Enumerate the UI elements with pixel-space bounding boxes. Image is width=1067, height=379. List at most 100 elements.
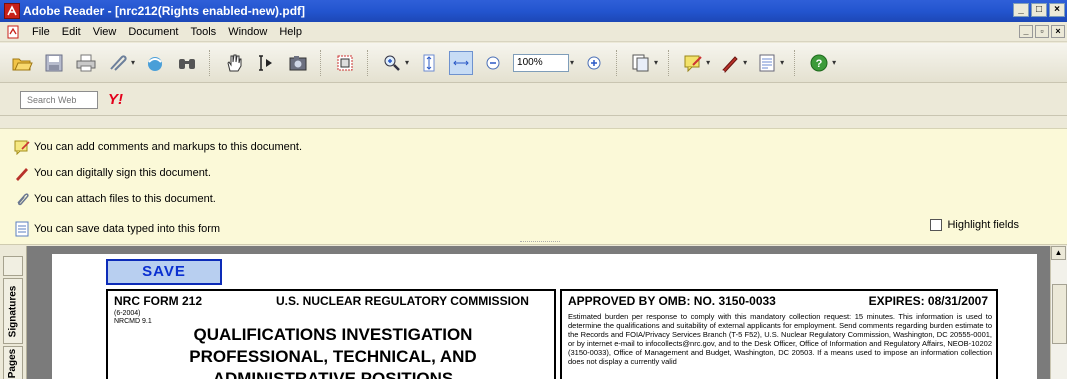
toolbar-separator <box>668 49 671 76</box>
pdf-document-icon <box>7 25 19 38</box>
highlight-fields-toggle[interactable]: Highlight fields <box>930 219 1019 231</box>
message-text: You can digitally sign this document. <box>34 167 211 179</box>
menu-tools[interactable]: Tools <box>185 26 223 38</box>
email-icon[interactable] <box>106 51 130 75</box>
select-text-icon[interactable] <box>254 51 278 75</box>
zoom-dropdown-icon[interactable]: ▾ <box>405 58 409 67</box>
menu-edit[interactable]: Edit <box>56 26 87 38</box>
menu-help[interactable]: Help <box>273 26 308 38</box>
highlight-fields-label: Highlight fields <box>947 219 1019 231</box>
toolbar-separator <box>367 49 370 76</box>
svg-text:?: ? <box>816 58 823 70</box>
toolbar: ▾ ▾ 100% ▾ ▾ ▾ ▾ ▾ ? ▾ <box>0 43 1067 83</box>
message-comments: You can add comments and markups to this… <box>14 137 302 157</box>
zoom-in-plus-icon[interactable] <box>582 51 606 75</box>
form-header-left: NRC FORM 212 U.S. NUCLEAR REGULATORY COM… <box>106 289 556 379</box>
agency-name: U.S. NUCLEAR REGULATORY COMMISSION <box>276 294 529 308</box>
zoom-level-field[interactable]: 100% <box>513 53 570 72</box>
form-nrcmd: NRCMD 9.1 <box>114 318 152 325</box>
form-title-line: ADMINISTRATIVE POSITIONS <box>212 369 454 379</box>
form-number: NRC FORM 212 <box>114 294 203 308</box>
form-data-icon <box>14 221 30 237</box>
pen-icon <box>14 165 30 181</box>
comment-icon[interactable] <box>681 51 705 75</box>
tab-pages[interactable]: Pages <box>3 346 23 379</box>
expiration-date: EXPIRES: 08/31/2007 <box>868 294 988 308</box>
close-button[interactable]: × <box>1049 3 1065 17</box>
form-title: QUALIFICATIONS INVESTIGATION PROFESSIONA… <box>168 324 498 379</box>
doc-minimize-button[interactable]: _ <box>1019 25 1033 38</box>
save-icon[interactable] <box>42 51 66 75</box>
paperclip-icon <box>14 191 30 207</box>
adobe-reader-icon <box>4 3 20 19</box>
help-dropdown-icon[interactable]: ▾ <box>832 58 836 67</box>
pages-icon[interactable] <box>629 51 653 75</box>
minimize-button[interactable]: _ <box>1013 3 1029 17</box>
maximize-button[interactable]: □ <box>1031 3 1047 17</box>
sign-dropdown-icon[interactable]: ▾ <box>743 58 747 67</box>
form-date-code: (6-2004) <box>114 310 141 317</box>
email-dropdown-icon[interactable]: ▾ <box>131 58 135 67</box>
navigation-panel: Signatures Pages <box>0 246 27 379</box>
form-title-line: PROFESSIONAL, TECHNICAL, AND <box>189 347 477 366</box>
document-view: Signatures Pages SAVE NRC FORM 212 U.S. … <box>0 246 1067 379</box>
zoom-level-dropdown-icon[interactable]: ▾ <box>570 58 574 67</box>
snapshot-icon[interactable] <box>286 51 310 75</box>
burden-statement: Estimated burden per response to comply … <box>568 312 992 366</box>
message-sign: You can digitally sign this document. <box>14 163 211 183</box>
search-web-input[interactable]: Search Web <box>20 90 98 109</box>
pages-dropdown-icon[interactable]: ▾ <box>654 58 658 67</box>
fit-page-icon[interactable] <box>417 51 441 75</box>
tab-pages-label: Pages <box>7 348 19 378</box>
sign-icon[interactable] <box>718 51 742 75</box>
open-icon[interactable] <box>10 51 34 75</box>
comment-dropdown-icon[interactable]: ▾ <box>706 58 710 67</box>
form-save-button[interactable]: SAVE <box>106 259 222 285</box>
fit-width-icon[interactable] <box>449 50 474 75</box>
hand-tool-icon[interactable] <box>222 51 246 75</box>
tab-signatures[interactable]: Signatures <box>3 278 23 344</box>
search-toolbar: Search Web Y! <box>0 84 1067 116</box>
document-message-bar: You can add comments and markups to this… <box>0 128 1067 245</box>
message-text: You can add comments and markups to this… <box>34 141 303 153</box>
menu-bar: File Edit View Document Tools Window Hel… <box>0 22 1067 42</box>
window-title: Adobe Reader - [nrc212(Rights enabled-ne… <box>23 4 306 18</box>
form-header-right: APPROVED BY OMB: NO. 3150-0033 EXPIRES: … <box>560 289 998 379</box>
message-attach: You can attach files to this document. <box>14 189 216 209</box>
toolbar-separator <box>320 49 323 76</box>
pdf-page: SAVE NRC FORM 212 U.S. NUCLEAR REGULATOR… <box>52 254 1037 379</box>
message-text: You can save data typed into this form <box>34 223 221 235</box>
zoom-in-icon[interactable] <box>380 51 404 75</box>
crop-icon[interactable] <box>333 51 357 75</box>
omb-approval: APPROVED BY OMB: NO. 3150-0033 <box>568 294 776 308</box>
highlight-fields-checkbox[interactable] <box>930 219 943 231</box>
search-icon[interactable] <box>175 51 199 75</box>
panel-collapse-handle[interactable] <box>3 256 23 276</box>
help-icon[interactable]: ? <box>807 51 831 75</box>
zoom-out-icon[interactable] <box>481 51 505 75</box>
message-save-data: You can save data typed into this form <box>14 219 220 239</box>
forms-dropdown-icon[interactable]: ▾ <box>780 58 784 67</box>
print-icon[interactable] <box>74 51 98 75</box>
vertical-scrollbar[interactable]: ▲ <box>1050 246 1067 379</box>
forms-icon[interactable] <box>755 51 779 75</box>
message-text: You can attach files to this document. <box>34 193 216 205</box>
scroll-up-arrow-icon[interactable]: ▲ <box>1051 246 1066 260</box>
yahoo-logo-icon[interactable]: Y! <box>108 91 123 108</box>
toolbar-separator <box>794 49 797 76</box>
title-bar: Adobe Reader - [nrc212(Rights enabled-ne… <box>0 0 1067 22</box>
doc-close-button[interactable]: × <box>1051 25 1065 38</box>
toolbar-separator <box>616 49 619 76</box>
doc-restore-button[interactable]: ▫ <box>1035 25 1049 38</box>
menu-document[interactable]: Document <box>122 26 184 38</box>
toolbar-separator <box>209 49 212 76</box>
form-title-line: QUALIFICATIONS INVESTIGATION <box>193 325 473 344</box>
tab-signatures-label: Signatures <box>7 285 19 337</box>
menu-view[interactable]: View <box>87 26 123 38</box>
message-bar-resize-handle[interactable] <box>520 241 560 244</box>
menu-file[interactable]: File <box>26 26 56 38</box>
comment-markup-icon <box>14 139 30 155</box>
organize-icon[interactable] <box>143 51 167 75</box>
scrollbar-thumb[interactable] <box>1052 284 1067 344</box>
menu-window[interactable]: Window <box>222 26 273 38</box>
